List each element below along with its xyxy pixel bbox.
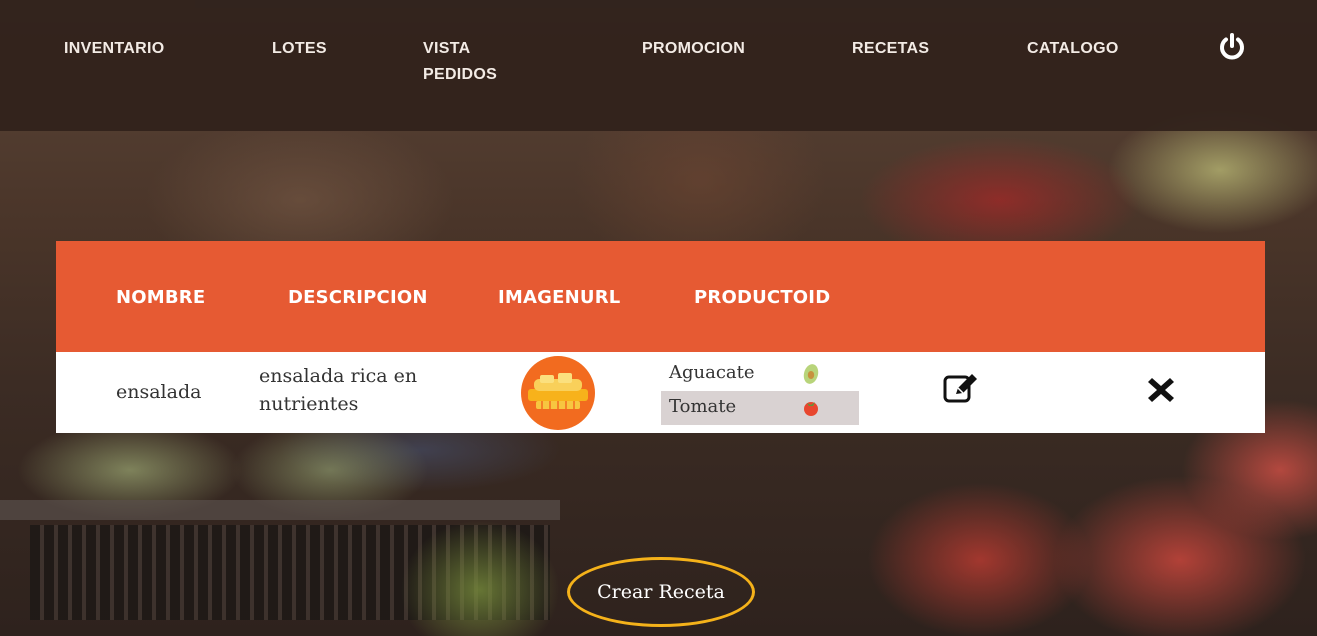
table-row: ensalada ensalada rica en nutrientes Agu…	[56, 352, 1265, 433]
table-header: NOMBRE DESCRIPCION IMAGENURL PRODUCTOID	[56, 241, 1265, 352]
product-option-tomate[interactable]: Tomate	[661, 391, 859, 425]
power-icon[interactable]	[1217, 32, 1247, 62]
recipes-table: NOMBRE DESCRIPCION IMAGENURL PRODUCTOID …	[56, 241, 1265, 433]
top-navbar: INVENTARIO LOTES VISTA PEDIDOS PROMOCION…	[0, 0, 1317, 131]
nav-item-vista-pedidos-label: VISTA PEDIDOS	[423, 40, 498, 83]
nav-item-vista-pedidos[interactable]: VISTA PEDIDOS	[423, 36, 513, 88]
salad-plate-icon	[518, 355, 598, 431]
avocado-icon	[801, 363, 821, 385]
nav-item-recetas[interactable]: RECETAS	[852, 36, 929, 62]
nav-item-catalogo[interactable]: CATALOGO	[1027, 36, 1119, 62]
col-header-descripcion: DESCRIPCION	[288, 287, 428, 308]
nav-item-promocion[interactable]: PROMOCION	[642, 36, 745, 62]
create-recipe-label: Crear Receta	[597, 581, 725, 603]
nav-item-lotes[interactable]: LOTES	[272, 36, 327, 62]
edit-icon[interactable]	[942, 370, 982, 406]
close-icon[interactable]	[1144, 372, 1178, 406]
nav-item-inventario[interactable]: INVENTARIO	[64, 36, 164, 62]
product-name: Tomate	[669, 396, 737, 417]
tomato-icon	[801, 397, 821, 419]
leaf-decor	[400, 520, 560, 636]
col-header-productoid: PRODUCTOID	[694, 287, 831, 308]
col-header-imagenurl: IMAGENURL	[498, 287, 621, 308]
product-option-aguacate[interactable]: Aguacate	[661, 357, 859, 391]
shelf-decor	[0, 500, 560, 520]
cell-nombre: ensalada	[116, 381, 202, 403]
product-name: Aguacate	[669, 362, 755, 383]
col-header-nombre: NOMBRE	[116, 287, 206, 308]
cell-descripcion: ensalada rica en nutrientes	[259, 365, 418, 415]
create-recipe-button[interactable]: Crear Receta	[567, 557, 755, 627]
